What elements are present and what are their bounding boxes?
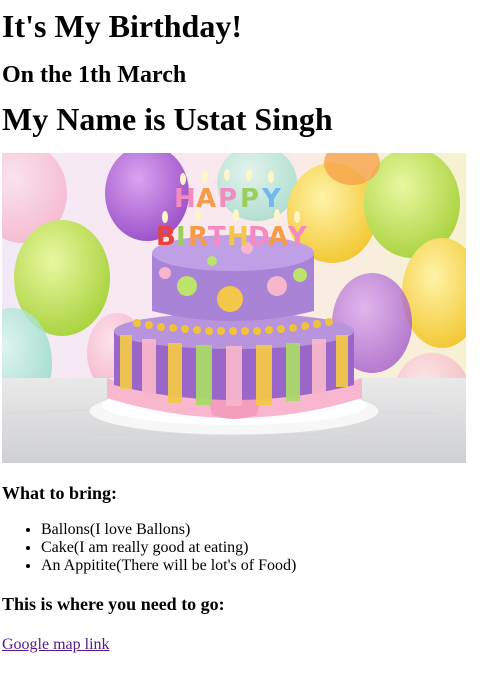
- page-title: It's My Birthday!: [2, 8, 242, 44]
- list-item: Cake(I am really good at eating): [41, 539, 482, 557]
- svg-text:B: B: [156, 222, 176, 252]
- svg-text:D: D: [248, 222, 270, 252]
- name-heading: My Name is Ustat Singh: [2, 101, 333, 137]
- page: It's My Birthday! On the 1th March My Na…: [0, 8, 484, 654]
- svg-text:I: I: [176, 222, 186, 252]
- svg-text:H: H: [174, 184, 196, 214]
- list-item: Ballons(I love Ballons): [41, 521, 482, 539]
- date-subtitle: On the 1th March: [2, 62, 187, 88]
- svg-text:T: T: [208, 222, 226, 252]
- svg-text:P: P: [218, 184, 237, 214]
- svg-text:H: H: [227, 222, 249, 252]
- google-map-link[interactable]: Google map link: [2, 636, 110, 654]
- bring-list: Ballons(I love Ballons) Cake(I am really…: [2, 521, 482, 575]
- svg-text:A: A: [268, 222, 288, 252]
- what-to-bring-heading: What to bring:: [2, 483, 118, 503]
- svg-text:P: P: [240, 184, 259, 214]
- location-heading: This is where you need to go:: [2, 594, 225, 614]
- birthday-cake-image: H A P P Y B I R T H D A Y: [2, 153, 466, 463]
- svg-text:Y: Y: [261, 184, 282, 214]
- svg-text:Y: Y: [287, 222, 308, 252]
- svg-text:R: R: [188, 222, 208, 252]
- list-item: An Appitite(There will be lot's of Food): [41, 557, 482, 575]
